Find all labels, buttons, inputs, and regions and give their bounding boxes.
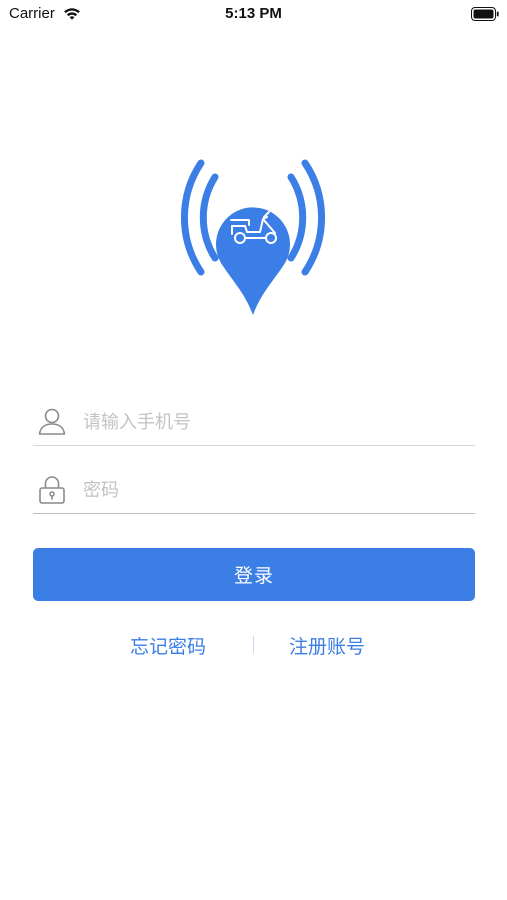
user-icon: [37, 406, 67, 436]
password-input[interactable]: [83, 474, 463, 506]
clock: 5:13 PM: [225, 5, 282, 22]
app-logo: [165, 155, 341, 320]
register-link[interactable]: 注册账号: [289, 632, 365, 659]
forgot-password-link[interactable]: 忘记密码: [130, 632, 206, 659]
password-field: [33, 468, 475, 514]
phone-field: [33, 400, 475, 446]
link-divider: [253, 636, 254, 653]
status-bar: Carrier 5:13 PM: [0, 0, 507, 28]
login-button[interactable]: 登录: [33, 548, 475, 601]
battery-icon: [471, 6, 499, 25]
phone-input[interactable]: [83, 406, 463, 438]
lock-icon: [37, 474, 67, 504]
